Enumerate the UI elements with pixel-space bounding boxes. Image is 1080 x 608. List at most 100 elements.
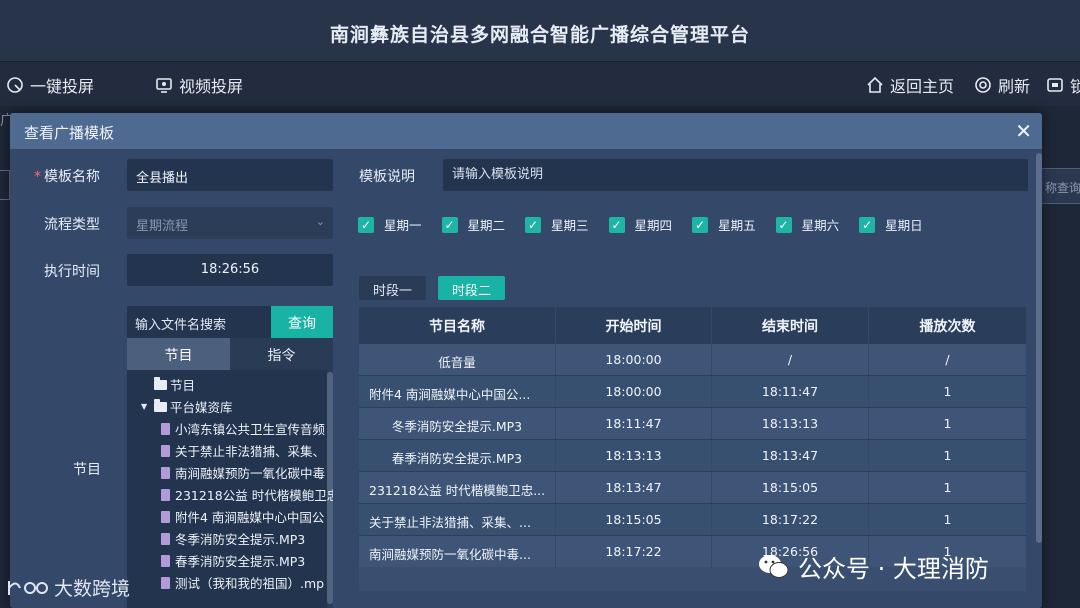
caret-down-icon: ▼ bbox=[141, 402, 148, 411]
cell-play-count: 1 bbox=[943, 416, 952, 431]
flow-type-label: 流程类型 bbox=[44, 217, 100, 233]
template-desc-text[interactable] bbox=[452, 167, 1019, 182]
check-icon: ✓ bbox=[358, 216, 374, 233]
video-cast-button[interactable]: 视频投屏 bbox=[155, 73, 243, 97]
cell-play-count: / bbox=[945, 352, 950, 367]
tree-node-label: 测试（我和我的祖国）.mp bbox=[175, 576, 325, 591]
tree-node[interactable]: 春季消防安全提示.MP3 bbox=[161, 551, 305, 570]
tree-node[interactable]: 冬季消防安全提示.MP3 bbox=[161, 529, 305, 548]
cell-play-count: 1 bbox=[943, 384, 952, 399]
table-row[interactable]: 冬季消防安全提示.MP3 18:11:47 18:13:13 1 bbox=[359, 407, 1026, 439]
table-row[interactable]: 关于禁止非法猎捕、采集、... 18:15:05 18:17:22 1 bbox=[359, 503, 1026, 535]
tree-node-label: 南涧融媒预防一氧化碳中毒 bbox=[175, 466, 326, 481]
refresh-button[interactable]: 刷新 bbox=[974, 73, 1030, 97]
close-icon[interactable]: ✕ bbox=[1015, 119, 1032, 143]
app-title: 南涧彝族自治县多网融合智能广播综合管理平台 bbox=[329, 24, 750, 46]
check-icon: ✓ bbox=[525, 216, 542, 233]
media-tree: 节目 ▼ 平台媒资库小湾东镇公共卫生宣传音频 关于禁止非法猎捕、采集、南涧融媒预防一氧… bbox=[127, 370, 333, 608]
cell-program-name: 春季消防安全提示.MP3 bbox=[359, 440, 556, 471]
weekday-checkbox-3[interactable]: ✓ 星期三 bbox=[525, 215, 589, 234]
audio-file-icon bbox=[161, 554, 170, 567]
refresh-label: 刷新 bbox=[998, 77, 1031, 96]
cell-start-time: 18:13:13 bbox=[556, 440, 712, 471]
cast-screen-button[interactable]: 一键投屏 bbox=[6, 73, 94, 97]
audio-file-icon bbox=[161, 532, 170, 545]
cell-start-time: 18:00:00 bbox=[556, 344, 712, 375]
weekday-label: 星期六 bbox=[801, 218, 840, 233]
lock-button[interactable]: 锁 bbox=[1046, 73, 1080, 97]
tree-node[interactable]: 231218公益 时代楷模鲍卫忠 bbox=[161, 485, 333, 504]
template-desc-input[interactable] bbox=[443, 159, 1028, 191]
program-label: 节目 bbox=[73, 462, 101, 478]
tree-node[interactable]: 测试（我和我的祖国）.mp bbox=[161, 573, 324, 592]
folder-icon bbox=[154, 398, 167, 412]
cell-start-time: 18:15:05 bbox=[556, 504, 712, 535]
table-body: 低音量 18:00:00// 附件4 南涧融媒中心中国公... 18:00:00 18:… bbox=[359, 343, 1026, 567]
weekday-checkbox-4[interactable]: ✓ 星期四 bbox=[608, 215, 673, 234]
template-name-label: * 模板名称 bbox=[34, 169, 100, 185]
tree-node[interactable]: 附件4 南涧融媒中心中国公 bbox=[161, 507, 324, 526]
flow-type-select[interactable]: 星期流程 ⌄ bbox=[127, 207, 333, 239]
tree-node-label: 平台媒资库 bbox=[170, 400, 233, 415]
cell-program-name: 关于禁止非法猎捕、采集、... bbox=[359, 504, 556, 535]
exec-time-field[interactable]: 18:26:56 bbox=[127, 254, 333, 286]
cell-play-count: 1 bbox=[943, 448, 952, 463]
cell-end-time: 18:15:05 bbox=[712, 472, 869, 503]
tab-period-2[interactable]: 时段二 bbox=[438, 276, 506, 300]
weekday-label: 星期日 bbox=[885, 218, 923, 233]
background-search-fragment: 称查询 bbox=[1040, 168, 1080, 204]
weekday-checkbox-2[interactable]: ✓ 星期二 bbox=[441, 215, 505, 234]
weekday-label: 星期三 bbox=[551, 218, 589, 233]
watermark-logo-icon bbox=[8, 580, 48, 595]
view-template-modal: 查看广播模板 ✕ *模板名称 全县播出 模板说明 流程类型 星期流程 ⌄ ✓ 星期… bbox=[10, 113, 1042, 608]
tab-program[interactable]: 节目 bbox=[127, 338, 230, 370]
weekday-checkbox-5[interactable]: ✓ 星期五 bbox=[692, 215, 756, 234]
cell-end-time: 18:13:47 bbox=[712, 440, 869, 471]
video-cast-label: 视频投屏 bbox=[179, 77, 244, 96]
wechat-icon bbox=[759, 554, 789, 578]
check-icon: ✓ bbox=[608, 216, 625, 233]
weekday-checkbox-7[interactable]: ✓ 星期日 bbox=[859, 215, 923, 234]
table-row[interactable]: 附件4 南涧融媒中心中国公... 18:00:00 18:11:47 1 bbox=[359, 375, 1026, 407]
tree-node-label: 231218公益 时代楷模鲍卫忠 bbox=[175, 488, 333, 503]
audio-file-icon bbox=[161, 576, 170, 589]
cell-program-name: 低音量 bbox=[359, 344, 556, 375]
table-header: 节目名称 开始时间 结束时间 播放次数 bbox=[359, 307, 1026, 343]
check-icon: ✓ bbox=[441, 216, 458, 233]
modal-scrollbar[interactable] bbox=[1036, 153, 1042, 543]
tree-node[interactable]: 小湾东镇公共卫生宣传音频 bbox=[161, 419, 325, 438]
tab-command[interactable]: 指令 bbox=[230, 338, 333, 370]
cast-icon bbox=[6, 76, 24, 94]
home-icon bbox=[866, 76, 884, 94]
table-row[interactable]: 春季消防安全提示.MP3 18:13:13 18:13:47 1 bbox=[359, 439, 1026, 471]
chevron-down-icon: ⌄ bbox=[315, 215, 325, 228]
audio-file-icon bbox=[161, 422, 170, 435]
tree-node[interactable]: 南涧融媒预防一氧化碳中毒 bbox=[161, 463, 325, 482]
cell-end-time: 18:13:13 bbox=[712, 408, 869, 439]
tree-node-label: 冬季消防安全提示.MP3 bbox=[175, 532, 306, 547]
home-button[interactable]: 返回主页 bbox=[866, 73, 954, 97]
cell-program-name: 附件4 南涧融媒中心中国公... bbox=[359, 376, 556, 407]
weekday-checkbox-1[interactable]: ✓ 星期一 bbox=[358, 215, 422, 234]
weekday-label: 星期四 bbox=[634, 218, 673, 233]
tab-period-1[interactable]: 时段一 bbox=[359, 276, 427, 300]
exec-time-label: 执行时间 bbox=[44, 264, 100, 280]
search-button[interactable]: 查询 bbox=[271, 306, 333, 338]
table-row[interactable]: 低音量 18:00:00// bbox=[359, 343, 1026, 375]
watermark-right: 公众号 · 大理消防 bbox=[758, 549, 989, 584]
file-search-input[interactable]: 输入文件名搜索 bbox=[127, 306, 271, 338]
tree-node[interactable]: 节目 bbox=[141, 375, 195, 394]
header-program-name: 节目名称 bbox=[359, 307, 556, 343]
tree-node-label: 附件4 南涧融媒中心中国公 bbox=[175, 510, 325, 525]
header-start-time: 开始时间 bbox=[556, 307, 712, 343]
toolbar: 一键投屏 视频投屏 返回主页 刷新 锁 bbox=[0, 62, 1080, 106]
tree-node[interactable]: 关于禁止非法猎捕、采集、 bbox=[161, 441, 325, 460]
cell-end-time: 18:11:47 bbox=[712, 376, 869, 407]
weekday-checkbox-6[interactable]: ✓ 星期六 bbox=[775, 215, 840, 234]
table-row[interactable]: 231218公益 时代楷模鲍卫忠... 18:13:47 18:15:05 1 bbox=[359, 471, 1026, 503]
cell-program-name: 南涧融媒预防一氧化碳中毒... bbox=[359, 536, 556, 567]
tree-node[interactable]: ▼ 平台媒资库 bbox=[141, 397, 233, 416]
weekday-label: 星期五 bbox=[718, 218, 756, 233]
cell-play-count: 1 bbox=[943, 512, 952, 527]
template-name-field[interactable]: 全县播出 bbox=[127, 159, 333, 191]
